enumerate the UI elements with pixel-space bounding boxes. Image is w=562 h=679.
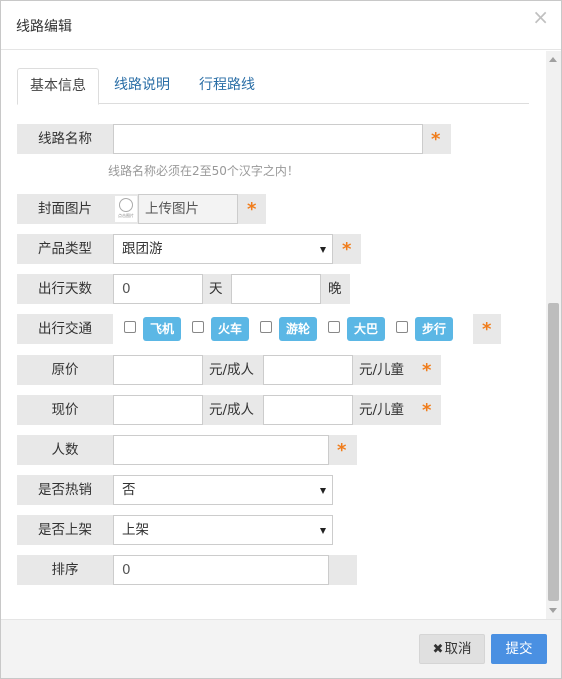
product-type-label: 产品类型 [38,241,92,257]
product-type-value: 跟团游 [122,241,163,257]
close-icon: ✖ [432,642,444,657]
required-mark: * [422,400,432,421]
dialog-title: 线路编辑 [16,19,72,35]
row-people-count: 人数 * [17,435,357,465]
original-adult-price-input[interactable] [113,355,203,385]
required-mark: * [342,239,352,260]
row-sort: 排序 0 [17,555,357,585]
cancel-button[interactable]: ✖取消 [419,634,485,664]
original-child-price-input[interactable] [263,355,353,385]
scroll-up-icon[interactable] [549,57,557,62]
tag-train[interactable]: 火车 [211,317,250,341]
tab-route-description[interactable]: 线路说明 [102,68,182,104]
on-shelf-select[interactable]: 上架 [113,515,333,545]
dialog-footer: ✖取消 提交 [1,619,561,678]
row-original-price: 原价 元/成人 元/儿童 * [17,355,441,385]
checkbox-bus[interactable] [328,321,340,333]
people-count-input[interactable] [113,435,329,465]
required-mark: * [337,440,347,461]
sort-label: 排序 [51,562,79,578]
tab-basic-info[interactable]: 基本信息 [17,68,99,105]
hot-sale-value: 否 [122,482,136,498]
current-adult-price-input[interactable] [113,395,203,425]
route-name-hint: 线路名称必须在2至50个汉字之内！ [108,164,299,178]
original-price-label: 原价 [51,362,79,378]
checkbox-plane[interactable] [124,321,136,333]
product-type-select[interactable]: 跟团游 [113,234,333,264]
required-mark: * [431,129,441,150]
checkbox-cruise[interactable] [260,321,272,333]
cancel-button-label: 取消 [444,641,472,657]
row-transport: 出行交通 飞机 火车 游轮 大巴 步行 * [17,314,501,344]
on-shelf-label: 是否上架 [38,522,92,538]
tab-bar: 基本信息 线路说明 行程路线 [17,68,529,105]
nights-input[interactable] [231,274,321,304]
tag-bus[interactable]: 大巴 [347,317,386,341]
nights-unit: 晚 [328,281,342,297]
chevron-down-icon [320,488,326,494]
transport-label: 出行交通 [38,321,92,337]
row-on-shelf: 是否上架 上架 [17,515,333,545]
checkbox-train[interactable] [192,321,204,333]
required-mark: * [247,199,257,220]
cover-thumbnail[interactable]: 点击图片 [115,196,137,222]
adult-unit: 元/成人 [209,362,255,378]
upload-image-button[interactable]: 上传图片 [138,194,238,224]
adult-unit: 元/成人 [209,402,255,418]
cover-image-label: 封面图片 [38,201,92,217]
required-mark: * [482,319,492,340]
image-placeholder-icon [119,198,133,212]
days-input[interactable]: 0 [113,274,203,304]
hot-sale-select[interactable]: 否 [113,475,333,505]
route-edit-dialog: 线路编辑 × 基本信息 线路说明 行程路线 线路名称 * 线路名称必须在2至50… [0,0,562,679]
current-child-price-input[interactable] [263,395,353,425]
row-travel-days: 出行天数 0 天 晚 [17,274,350,304]
row-product-type: 产品类型 跟团游 * [17,234,362,264]
tag-plane[interactable]: 飞机 [143,317,182,341]
close-icon[interactable]: × [532,7,549,27]
tag-cruise[interactable]: 游轮 [279,317,318,341]
people-count-label: 人数 [51,442,79,458]
child-unit: 元/儿童 [359,362,405,378]
scroll-down-icon[interactable] [549,608,557,613]
travel-days-label: 出行天数 [38,281,92,297]
row-current-price: 现价 元/成人 元/儿童 * [17,395,441,425]
dialog-header: 线路编辑 × [1,1,561,50]
required-mark: * [422,360,432,381]
vertical-scrollbar[interactable] [546,51,561,619]
row-route-name: 线路名称 * [17,124,457,154]
thumbnail-caption: 点击图片 [118,213,134,218]
on-shelf-value: 上架 [122,522,149,538]
tag-walk[interactable]: 步行 [415,317,454,341]
route-name-label: 线路名称 [38,131,92,147]
scrollbar-thumb[interactable] [548,303,559,601]
sort-input[interactable]: 0 [113,555,329,585]
days-unit: 天 [209,281,223,297]
hot-sale-label: 是否热销 [38,482,92,498]
chevron-down-icon [320,528,326,534]
route-name-input[interactable] [113,124,423,154]
checkbox-walk[interactable] [396,321,408,333]
row-cover-image: 封面图片 点击图片 上传图片 * [17,194,267,224]
chevron-down-icon [320,247,326,253]
current-price-label: 现价 [51,402,79,418]
row-hot-sale: 是否热销 否 [17,475,333,505]
tab-itinerary[interactable]: 行程路线 [187,68,267,104]
submit-button[interactable]: 提交 [491,634,547,664]
form-scroll-area[interactable]: 基本信息 线路说明 行程路线 线路名称 * 线路名称必须在2至50个汉字之内！ … [1,51,546,619]
child-unit: 元/儿童 [359,402,405,418]
